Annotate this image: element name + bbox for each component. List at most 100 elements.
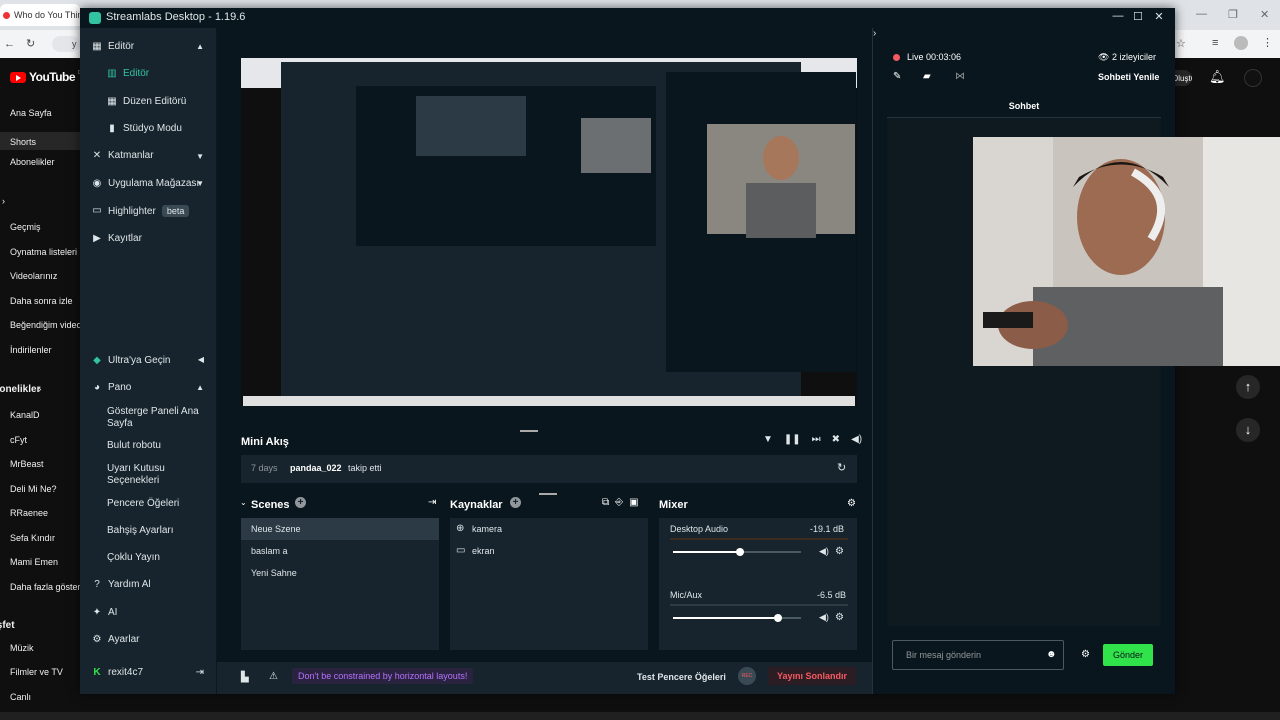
yt-subs-header[interactable]: Abonelikler	[0, 384, 40, 395]
yt-sub-item[interactable]: MrBeast	[10, 459, 44, 469]
pause-icon[interactable]: ❚❚	[784, 434, 801, 445]
chat-input[interactable]: Bir mesaj gönderin ☻	[892, 640, 1064, 670]
yt-sub-item[interactable]: KanalD	[10, 410, 40, 420]
yt-show-more[interactable]: Daha fazla göster	[10, 582, 81, 592]
yt-sub-item[interactable]: Sefa Kındır	[10, 533, 55, 543]
nav-dash-item[interactable]: Bulut robotu	[107, 440, 161, 452]
mute-alerts-icon[interactable]: ✖	[832, 434, 840, 445]
refresh-chat-button[interactable]: Sohbeti Yenile	[1098, 72, 1159, 82]
bookmark-star-icon[interactable]: ☆	[1176, 37, 1186, 50]
nav-user[interactable]: Krexit4c7	[92, 667, 143, 678]
scene-item[interactable]: baslam a	[251, 546, 288, 556]
yt-history[interactable]: Geçmiş	[10, 222, 41, 232]
nav-dashboard[interactable]: ◕ Pano	[92, 382, 131, 393]
scene-item[interactable]: Neue Szene	[251, 524, 301, 534]
source-copy-icon[interactable]: ⧉	[602, 497, 609, 508]
yt-nav-shorts[interactable]: Shorts	[0, 132, 80, 150]
source-item[interactable]: kamera	[472, 524, 502, 534]
yt-you-chevron-icon[interactable]: ›	[2, 196, 5, 206]
nav-editor-group[interactable]: ▦ Editör	[92, 41, 134, 52]
nav-layers[interactable]: ✕ Katmanlar	[92, 150, 154, 161]
yt-your-videos[interactable]: Videolarınız	[10, 271, 57, 281]
reload-icon[interactable]: ↻	[26, 37, 35, 50]
chat-collapse-icon[interactable]: ›	[873, 28, 876, 39]
filter-icon[interactable]: ▼	[763, 434, 773, 445]
yt-explore-item[interactable]: Canlı	[10, 692, 31, 702]
yt-sub-item[interactable]: Deli Mi Ne?	[10, 484, 57, 494]
edit-icon[interactable]: ✎	[893, 71, 901, 82]
collapse-icon[interactable]: ◀	[198, 355, 204, 364]
end-stream-button[interactable]: Yayını Sonlandır	[768, 667, 856, 685]
browser-tab[interactable]: Who do You Think	[0, 4, 80, 26]
volume-icon[interactable]: ◀)	[851, 434, 862, 445]
yt-explore-item[interactable]: Filmler ve TV	[10, 667, 63, 677]
yt-nav-home[interactable]: Ana Sayfa	[10, 108, 52, 118]
speaker-icon[interactable]: ◀)	[819, 546, 829, 557]
scene-item[interactable]: Yeni Sahne	[251, 568, 297, 578]
nav-editor[interactable]: ▥ Editör	[107, 68, 149, 79]
resize-handle[interactable]	[539, 493, 557, 495]
address-input[interactable]: y	[52, 36, 80, 52]
yt-avatar[interactable]	[1244, 69, 1262, 87]
nav-ai[interactable]: ✦ AI	[92, 607, 118, 618]
skip-icon[interactable]: ⏭	[812, 434, 821, 445]
chevron-up-icon[interactable]: ▲	[196, 42, 204, 51]
yt-sub-item[interactable]: RRaenee	[10, 508, 48, 518]
profile-avatar[interactable]	[1234, 36, 1248, 50]
nav-recordings[interactable]: ▶ Kayıtlar	[92, 233, 142, 244]
yt-explore-item[interactable]: Müzik	[10, 643, 34, 653]
mixer-settings-icon[interactable]: ⚙	[847, 498, 856, 509]
scroll-down-icon[interactable]: ↓	[1236, 418, 1260, 442]
window-maximize-icon[interactable]: ☐	[1130, 10, 1146, 23]
minimize-icon[interactable]: —	[1196, 8, 1207, 20]
close-icon[interactable]: ✕	[1260, 8, 1269, 21]
repeat-alert-icon[interactable]: ↻	[837, 461, 846, 474]
nav-layout-editor[interactable]: ▦ Düzen Editörü	[107, 96, 186, 107]
add-source-icon[interactable]: +	[510, 497, 521, 508]
window-close-icon[interactable]: ✕	[1151, 10, 1167, 23]
back-icon[interactable]: ←	[4, 38, 15, 50]
webcam-overlay[interactable]	[973, 137, 1280, 366]
alert-icon[interactable]: ⚠	[269, 671, 278, 682]
send-button[interactable]: Gönder	[1103, 644, 1153, 666]
nav-dash-item[interactable]: Çoklu Yayın	[107, 552, 160, 564]
yt-nav-subscriptions[interactable]: Abonelikler	[10, 157, 55, 167]
yt-downloads[interactable]: İndirilenler	[10, 345, 52, 355]
maximize-icon[interactable]: ❐	[1228, 8, 1238, 21]
nav-settings[interactable]: ⚙ Ayarlar	[92, 634, 140, 645]
stream-preview[interactable]	[241, 58, 857, 406]
chevron-up-icon[interactable]: ▲	[196, 383, 204, 392]
promo-banner[interactable]: Don't be constrained by horizontal layou…	[292, 668, 474, 684]
scene-transition-icon[interactable]: ⇥	[428, 497, 436, 508]
source-folder-icon[interactable]: ▣	[629, 497, 638, 508]
youtube-logo[interactable]: YouTube DE	[10, 70, 85, 84]
nav-dash-item[interactable]: Bahşiş Ayarları	[107, 525, 174, 537]
reading-list-icon[interactable]: ≡	[1212, 37, 1218, 49]
browser-menu-icon[interactable]: ⋮	[1262, 36, 1273, 49]
channel-gear-icon[interactable]: ⚙	[835, 546, 844, 557]
window-minimize-icon[interactable]: —	[1110, 10, 1126, 22]
test-widgets-button[interactable]: Test Pencere Öğeleri	[637, 672, 726, 682]
chevron-down-icon[interactable]: ▼	[196, 179, 204, 188]
nav-dash-item[interactable]: Gösterge Paneli Ana Sayfa	[107, 406, 207, 430]
clip-icon[interactable]: ▰	[923, 71, 931, 82]
nav-ultra[interactable]: ◆ Ultra'ya Geçin	[92, 355, 170, 366]
stats-icon[interactable]: ▙	[241, 672, 249, 683]
source-group-icon[interactable]: ⎆	[615, 497, 623, 508]
chevron-down-icon[interactable]: ▼	[196, 152, 204, 161]
yt-playlists[interactable]: Oynatma listeleri	[10, 247, 77, 257]
add-scene-icon[interactable]: +	[295, 497, 306, 508]
rec-button[interactable]: REC	[738, 667, 756, 685]
nav-help[interactable]: ? Yardım Al	[92, 579, 150, 590]
nav-highlighter[interactable]: ▭ Highlighter beta	[92, 205, 190, 217]
volume-slider-knob[interactable]	[735, 548, 744, 556]
scenes-collapse-icon[interactable]: ⌄	[240, 498, 247, 507]
scroll-up-icon[interactable]: ↑	[1236, 375, 1260, 399]
notifications-bell-icon[interactable]: 🔔︎	[1209, 69, 1226, 85]
nav-dash-item[interactable]: Pencere Öğeleri	[107, 498, 179, 510]
yt-sub-item[interactable]: cFyt	[10, 435, 27, 445]
logout-icon[interactable]: ⇥	[196, 667, 204, 678]
channel-gear-icon[interactable]: ⚙	[835, 612, 844, 623]
speaker-icon[interactable]: ◀)	[819, 612, 829, 623]
yt-watch-later[interactable]: Daha sonra izle	[10, 296, 73, 306]
